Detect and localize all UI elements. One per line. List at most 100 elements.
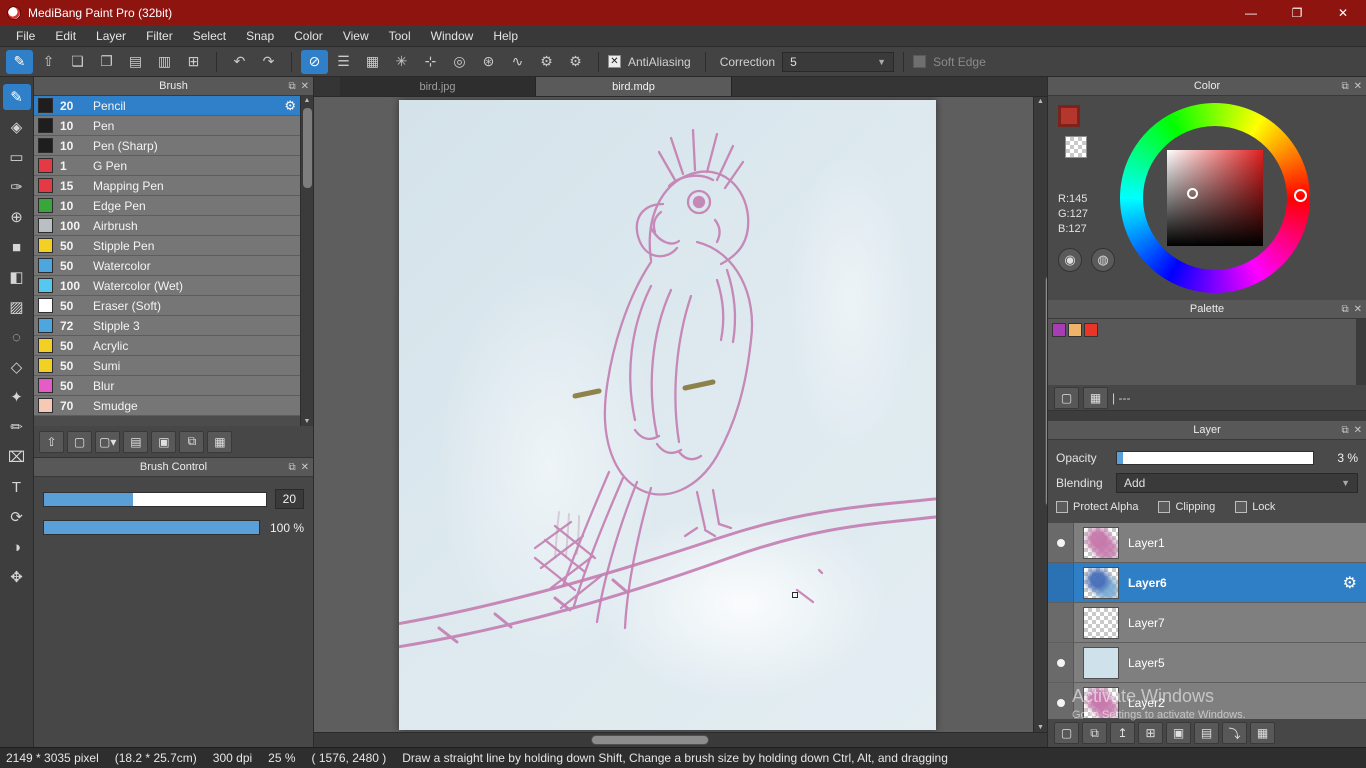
brush-row[interactable]: 10 Pen (Sharp)	[34, 136, 300, 156]
layer-row-layer1[interactable]: Layer1	[1048, 523, 1366, 563]
layer-row-layer7[interactable]: Layer7	[1048, 603, 1366, 643]
canvas-viewport[interactable]: ▲ ▼	[314, 97, 1047, 732]
brush-row[interactable]: 10 Edge Pen	[34, 196, 300, 216]
scroll-up-icon[interactable]: ▲	[1037, 98, 1044, 105]
text-tool[interactable]: T	[3, 474, 31, 500]
snap-cross-icon[interactable]: ✳	[388, 50, 415, 74]
brush-row[interactable]: 1 G Pen	[34, 156, 300, 176]
layer-thumbnail[interactable]	[1083, 686, 1119, 719]
layer-visibility-toggle[interactable]	[1048, 523, 1074, 562]
select-eraser-tool[interactable]: ⌧	[3, 444, 31, 470]
checkbox-lock[interactable]: Lock	[1235, 501, 1275, 513]
canvas[interactable]	[399, 100, 936, 730]
background-color-swatch[interactable]	[1065, 136, 1087, 158]
snap-concentric-icon[interactable]: ◎	[446, 50, 473, 74]
checkbox-protect-alpha[interactable]: Protect Alpha	[1056, 501, 1138, 513]
undo-icon[interactable]: ↶	[226, 50, 253, 74]
brush-row[interactable]: 100 Watercolor (Wet)	[34, 276, 300, 296]
brush-row[interactable]: 20 Pencil ⚙	[34, 96, 300, 116]
menu-tool[interactable]: Tool	[379, 27, 421, 45]
close-icon[interactable]: ✕	[301, 81, 309, 92]
magic-wand-tool[interactable]: ✦	[3, 384, 31, 410]
layer-opacity-slider[interactable]	[1116, 450, 1314, 465]
scrollbar-thumb[interactable]	[591, 735, 709, 745]
select-marquee-tool[interactable]: ▭	[3, 144, 31, 170]
antialiasing-checkbox[interactable]: ✕	[608, 55, 621, 68]
gradient-tool[interactable]: ▨	[3, 294, 31, 320]
palette-scrollbar[interactable]	[1356, 319, 1366, 385]
page-icon[interactable]: ▤	[122, 50, 149, 74]
layer-visibility-toggle[interactable]	[1048, 643, 1074, 682]
snap-curve-icon[interactable]: ∿	[504, 50, 531, 74]
select-lasso-tool[interactable]: ◌	[3, 324, 31, 350]
pages-icon[interactable]: ▥	[151, 50, 178, 74]
delete-layer-icon[interactable]: ▦	[1250, 722, 1275, 744]
palette-delete-icon[interactable]: ▦	[1083, 386, 1108, 409]
layer-row-layer5[interactable]: Layer5	[1048, 643, 1366, 683]
brush-tool[interactable]: ✑	[3, 174, 31, 200]
menu-edit[interactable]: Edit	[45, 27, 86, 45]
eyedropper-tool[interactable]: ◑	[3, 534, 31, 560]
menu-select[interactable]: Select	[183, 27, 236, 45]
duplicate-layer-icon[interactable]: ⧉	[1082, 722, 1107, 744]
add-brush-icon[interactable]: ▢	[67, 430, 92, 453]
palette-color-swatch[interactable]	[1068, 323, 1082, 337]
redo-icon[interactable]: ↷	[255, 50, 282, 74]
hand-tool[interactable]: ✥	[3, 564, 31, 590]
close-icon[interactable]: ✕	[1354, 81, 1362, 92]
checkbox-box[interactable]	[1235, 501, 1248, 513]
menu-filter[interactable]: Filter	[136, 27, 183, 45]
scrollbar-thumb[interactable]	[302, 108, 312, 188]
paint-icon[interactable]: ✎	[6, 49, 33, 74]
brush-settings-gear-icon[interactable]: ⚙	[284, 98, 296, 114]
hue-wheel[interactable]	[1120, 103, 1310, 293]
menu-color[interactable]: Color	[284, 27, 333, 45]
scroll-down-icon[interactable]: ▼	[1037, 724, 1044, 731]
layer-row-layer2[interactable]: Layer2	[1048, 683, 1366, 719]
snap-vanishing-icon[interactable]: ⊹	[417, 50, 444, 74]
close-icon[interactable]: ✕	[301, 462, 309, 473]
merge-layer-icon[interactable]: ⤵	[1222, 722, 1247, 744]
popout-icon[interactable]: ⧉	[288, 462, 295, 473]
add-layer-icon[interactable]: ▢	[1054, 722, 1079, 744]
maximize-button[interactable]: ❐	[1274, 0, 1320, 25]
snap-grid-icon[interactable]: ▦	[359, 50, 386, 74]
palette-color-swatch[interactable]	[1052, 323, 1066, 337]
cloud-upload-brush-icon[interactable]: ⇧	[39, 430, 64, 453]
popout-icon[interactable]: ⧉	[1341, 425, 1348, 436]
brush-row[interactable]: 50 Eraser (Soft)	[34, 296, 300, 316]
correction-dropdown[interactable]: 5 ▼	[782, 51, 895, 72]
brush-row[interactable]: 50 Acrylic	[34, 336, 300, 356]
brush-row[interactable]: 72 Stipple 3	[34, 316, 300, 336]
brush-row[interactable]: 50 Sumi	[34, 356, 300, 376]
palette-add-icon[interactable]: ▢	[1054, 386, 1079, 409]
menu-snap[interactable]: Snap	[236, 27, 284, 45]
brush-row[interactable]: 50 Stipple Pen	[34, 236, 300, 256]
menu-layer[interactable]: Layer	[86, 27, 136, 45]
checkbox-box[interactable]	[1158, 501, 1171, 513]
comment-icon[interactable]: ❏	[64, 50, 91, 74]
table-icon[interactable]: ⊞	[180, 50, 207, 74]
snap-off-icon[interactable]: ⊘	[301, 49, 328, 74]
brush-row[interactable]: 10 Pen	[34, 116, 300, 136]
menu-help[interactable]: Help	[483, 27, 528, 45]
duplicate-brush-icon[interactable]: ⧉	[179, 430, 205, 453]
scroll-down-icon[interactable]: ▼	[304, 418, 311, 425]
fill-rect-tool[interactable]: ■	[3, 234, 31, 260]
select-polygon-tool[interactable]: ◇	[3, 354, 31, 380]
layer-settings-gear-icon[interactable]: ⚙	[1343, 573, 1357, 593]
menu-file[interactable]: File	[6, 27, 45, 45]
add-brush-dropdown-icon[interactable]: ▢▾	[95, 430, 121, 453]
copy-layer-icon[interactable]: ▤	[1194, 722, 1219, 744]
delete-brush-icon[interactable]: ▦	[207, 430, 233, 453]
layer-visibility-toggle[interactable]	[1048, 603, 1074, 642]
palette-color-swatch[interactable]	[1084, 323, 1098, 337]
hue-ring-indicator[interactable]	[1294, 189, 1307, 202]
layer-folder-icon[interactable]: ▣	[1166, 722, 1191, 744]
popout-icon[interactable]: ⧉	[1341, 81, 1348, 92]
rotate-tool[interactable]: ⟳	[3, 504, 31, 530]
color-palette-add-icon[interactable]: ◍	[1091, 248, 1115, 272]
snap-gear-icon[interactable]: ⚙	[533, 50, 560, 74]
scrollbar-thumb[interactable]	[1045, 275, 1047, 507]
layer-thumbnail[interactable]	[1083, 646, 1119, 679]
